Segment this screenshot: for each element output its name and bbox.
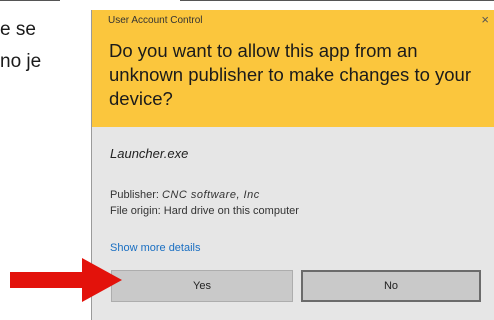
background-divider (0, 0, 60, 1)
publisher-label: Publisher: (110, 189, 159, 201)
file-origin: File origin: Hard drive on this computer (110, 205, 299, 217)
red-arrow-icon (10, 258, 122, 302)
uac-header: User Account Control × Do you want to al… (92, 10, 494, 127)
red-arrow-shaft (10, 272, 84, 288)
yes-button[interactable]: Yes (111, 270, 293, 302)
show-more-details-link[interactable]: Show more details (110, 242, 201, 254)
background-text-line-2: no je (0, 51, 42, 72)
close-icon[interactable]: × (481, 13, 489, 26)
uac-dialog: User Account Control × Do you want to al… (91, 10, 494, 320)
uac-body: Launcher.exe Publisher: CNC software, In… (92, 127, 494, 320)
window-title: User Account Control (108, 15, 203, 26)
background-text-line-1: e se (0, 19, 36, 40)
publisher-value: CNC software, Inc (161, 189, 260, 201)
background-divider-right (180, 0, 494, 1)
uac-question: Do you want to allow this app from an un… (109, 40, 471, 109)
screenshot-page: e se no je User Account Control × Do you… (0, 0, 494, 320)
publisher-line: Publisher: CNC software, Inc (110, 189, 260, 201)
app-name: Launcher.exe (110, 146, 189, 161)
no-button[interactable]: No (301, 270, 481, 302)
red-arrow-head (82, 258, 122, 302)
